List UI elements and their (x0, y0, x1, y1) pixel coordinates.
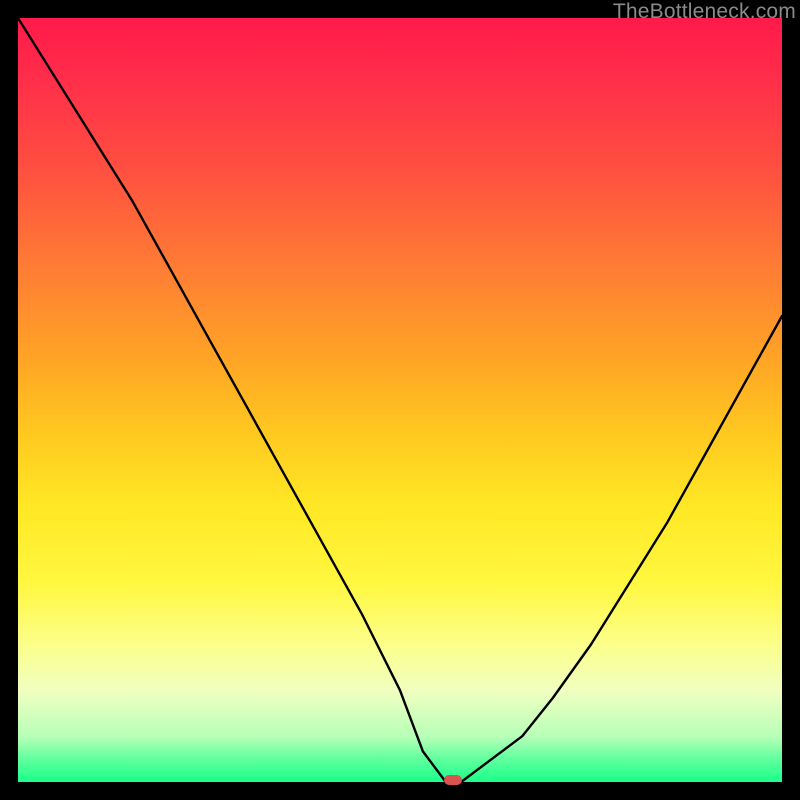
watermark-text: TheBottleneck.com (613, 0, 796, 24)
curve-path (18, 18, 782, 782)
optimum-marker (444, 775, 462, 785)
chart-frame: TheBottleneck.com (0, 0, 800, 800)
bottleneck-curve (18, 18, 782, 782)
